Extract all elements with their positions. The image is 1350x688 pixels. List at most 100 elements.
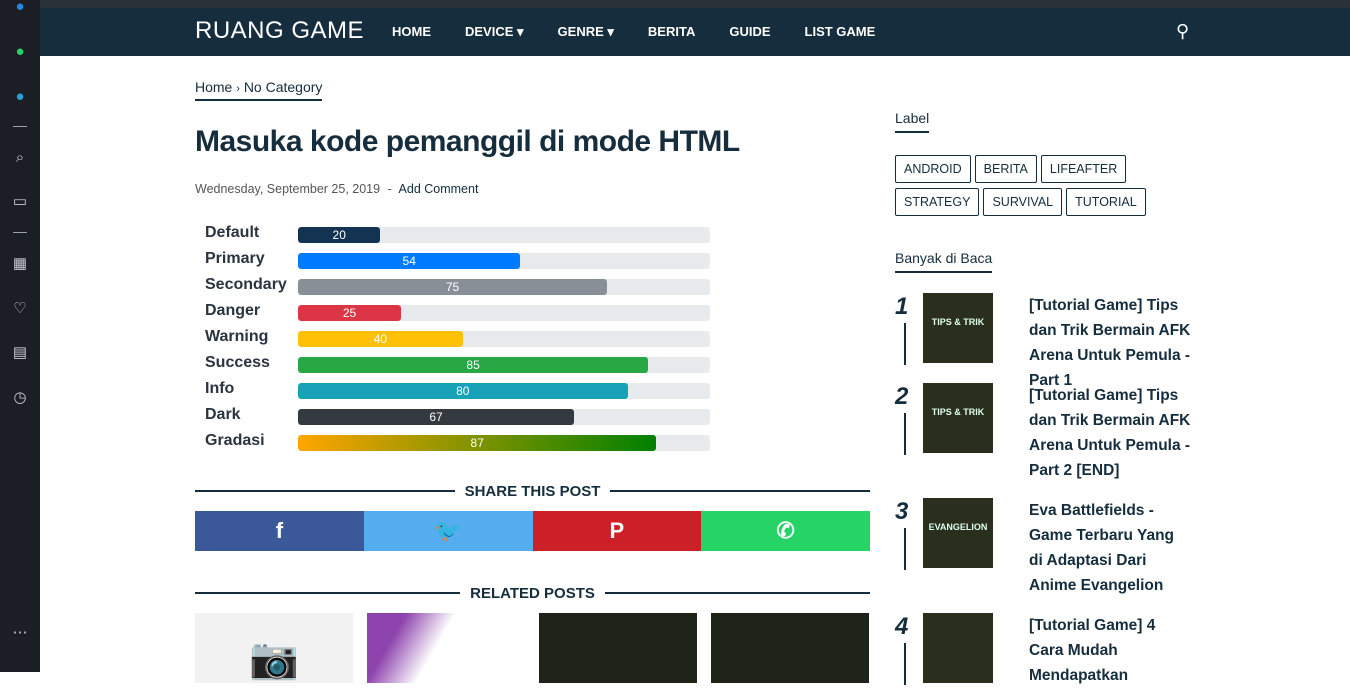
nav-guide[interactable]: GUIDE (729, 24, 770, 40)
progress-label: Danger (205, 302, 261, 319)
search-icon[interactable]: ⌕ (10, 147, 30, 167)
tag[interactable]: TUTORIAL (1066, 188, 1146, 216)
progress-track: 75 (298, 279, 710, 295)
progress-fill: 87 (298, 435, 657, 451)
progress-label: Secondary (205, 276, 287, 293)
popular-post[interactable]: 4 [Tutorial Game] 4 Cara Mudah Mendapatka… (895, 613, 1195, 688)
share-buttons: f 🐦 P ✆ (195, 511, 870, 551)
tag[interactable]: STRATEGY (895, 188, 980, 216)
progress-fill: 20 (298, 227, 381, 243)
navbar: RUANG GAME HOME DEVICE ▾ GENRE ▾ BERITA … (40, 8, 1350, 56)
related-header: RELATED POSTS (195, 583, 871, 603)
breadcrumb-separator: › (236, 83, 240, 95)
related-title: RELATED POSTS (470, 584, 595, 602)
popular-post[interactable]: 1 TIPS & TRIK [Tutorial Game] Tips dan Tri… (895, 293, 1195, 393)
pinterest-share-button[interactable]: P (532, 511, 702, 551)
twitter-share-button[interactable]: 🐦 (363, 511, 533, 551)
label-heading: Label (895, 110, 930, 133)
meta-separator: - (387, 182, 392, 196)
related-post-thumb[interactable] (711, 613, 869, 683)
rank-line (904, 643, 906, 685)
breadcrumb: Home › No Category (195, 79, 323, 101)
post-meta: Wednesday, September 25, 2019 - Add Comm… (195, 182, 478, 196)
popular-post[interactable]: 2 TIPS & TRIK [Tutorial Game] Tips dan Tri… (895, 383, 1195, 483)
popular-post[interactable]: 3 EVANGELION Eva Battlefields - Game Terba… (895, 498, 1195, 598)
progress-label: Dark (205, 406, 241, 423)
popular-thumb[interactable]: EVANGELION (923, 498, 993, 568)
progress-label: Primary (205, 250, 265, 267)
progress-track: 20 (298, 227, 710, 243)
nav-home[interactable]: HOME (392, 24, 431, 40)
facebook-share-button[interactable]: f (195, 511, 364, 551)
progress-fill: 75 (298, 279, 607, 295)
progress-label: Default (205, 224, 260, 241)
progress-track: 87 (298, 435, 710, 451)
popular-thumb[interactable]: TIPS & TRIK (923, 383, 993, 453)
popular-rank: 2 (895, 383, 909, 410)
rank-line (904, 323, 906, 365)
progress-track: 25 (298, 305, 710, 321)
popular-title[interactable]: Eva Battlefields - Game Terbaru Yang di … (1001, 498, 1191, 598)
popular-thumb[interactable]: TIPS & TRIK (923, 293, 993, 363)
progress-fill: 25 (298, 305, 401, 321)
history-icon[interactable]: ◷ (10, 387, 30, 407)
popular-rank: 1 (895, 293, 909, 320)
rank-line (904, 528, 906, 570)
progress-track: 54 (298, 253, 710, 269)
popular-heading: Banyak di Baca (895, 250, 993, 273)
tag-list: ANDROID BERITA LIFEAFTER STRATEGY SURVIV… (895, 155, 1155, 216)
progress-label: Success (205, 354, 270, 371)
whatsapp-share-button[interactable]: ✆ (701, 511, 870, 551)
popular-rank: 4 (895, 613, 909, 640)
nav-berita[interactable]: BERITA (648, 24, 695, 40)
browser-sidebar: ● ● ● ⌕ ▭ ▦ ♡ ▤ ◷ ⋯ (0, 0, 40, 672)
tag[interactable]: BERITA (974, 155, 1037, 183)
nav-genre[interactable]: GENRE ▾ (558, 24, 614, 40)
nav-list-game[interactable]: LIST GAME (805, 24, 876, 40)
progress-fill: 40 (298, 331, 463, 347)
tag[interactable]: SURVIVAL (983, 188, 1063, 216)
post-date: Wednesday, September 25, 2019 (195, 182, 381, 196)
more-icon[interactable]: ⋯ (10, 622, 30, 642)
share-header: SHARE THIS POST (195, 481, 871, 501)
popular-title[interactable]: [Tutorial Game] Tips dan Trik Bermain AF… (1001, 383, 1191, 483)
popular-title[interactable]: [Tutorial Game] Tips dan Trik Bermain AF… (1001, 293, 1191, 393)
progress-label: Info (205, 380, 235, 397)
heart-icon[interactable]: ♡ (10, 298, 30, 318)
progress-label: Warning (205, 328, 269, 345)
breadcrumb-current[interactable]: No Category (244, 79, 323, 95)
page-title: Masuka kode pemanggil di mode HTML (195, 125, 740, 158)
popular-thumb[interactable] (923, 613, 993, 683)
whatsapp-icon[interactable]: ● (10, 41, 30, 61)
telegram-icon[interactable]: ● (10, 86, 30, 106)
divider (13, 126, 27, 127)
news-icon[interactable]: ▤ (10, 342, 30, 362)
popular-rank: 3 (895, 498, 909, 525)
divider (13, 232, 27, 233)
progress-track: 40 (298, 331, 710, 347)
popular-title[interactable]: [Tutorial Game] 4 Cara Mudah Mendapatkan (1001, 613, 1191, 688)
related-post-placeholder[interactable]: 📷 (195, 613, 353, 683)
breadcrumb-home[interactable]: Home (195, 79, 232, 95)
related-post-thumb[interactable] (367, 613, 525, 683)
site-logo[interactable]: RUANG GAME (195, 17, 364, 45)
progress-fill: 80 (298, 383, 628, 399)
progress-fill: 85 (298, 357, 649, 373)
rank-line (904, 413, 906, 455)
nav-device[interactable]: DEVICE ▾ (465, 24, 524, 40)
search-icon[interactable]: ⚲ (1176, 21, 1189, 42)
tag[interactable]: LIFEAFTER (1040, 155, 1127, 183)
progress-fill: 54 (298, 253, 521, 269)
share-title: SHARE THIS POST (464, 482, 601, 500)
progress-track: 80 (298, 383, 710, 399)
add-comment-link[interactable]: Add Comment (399, 182, 479, 196)
progress-label: Gradasi (205, 432, 265, 449)
progress-fill: 67 (298, 409, 575, 425)
wallet-icon[interactable]: ▭ (10, 191, 30, 211)
progress-track: 85 (298, 357, 710, 373)
top-strip (40, 0, 1350, 8)
apps-icon[interactable]: ▦ (10, 253, 30, 273)
tag[interactable]: ANDROID (895, 155, 971, 183)
related-post-thumb[interactable] (539, 613, 697, 683)
messenger-icon[interactable]: ● (10, 0, 30, 16)
